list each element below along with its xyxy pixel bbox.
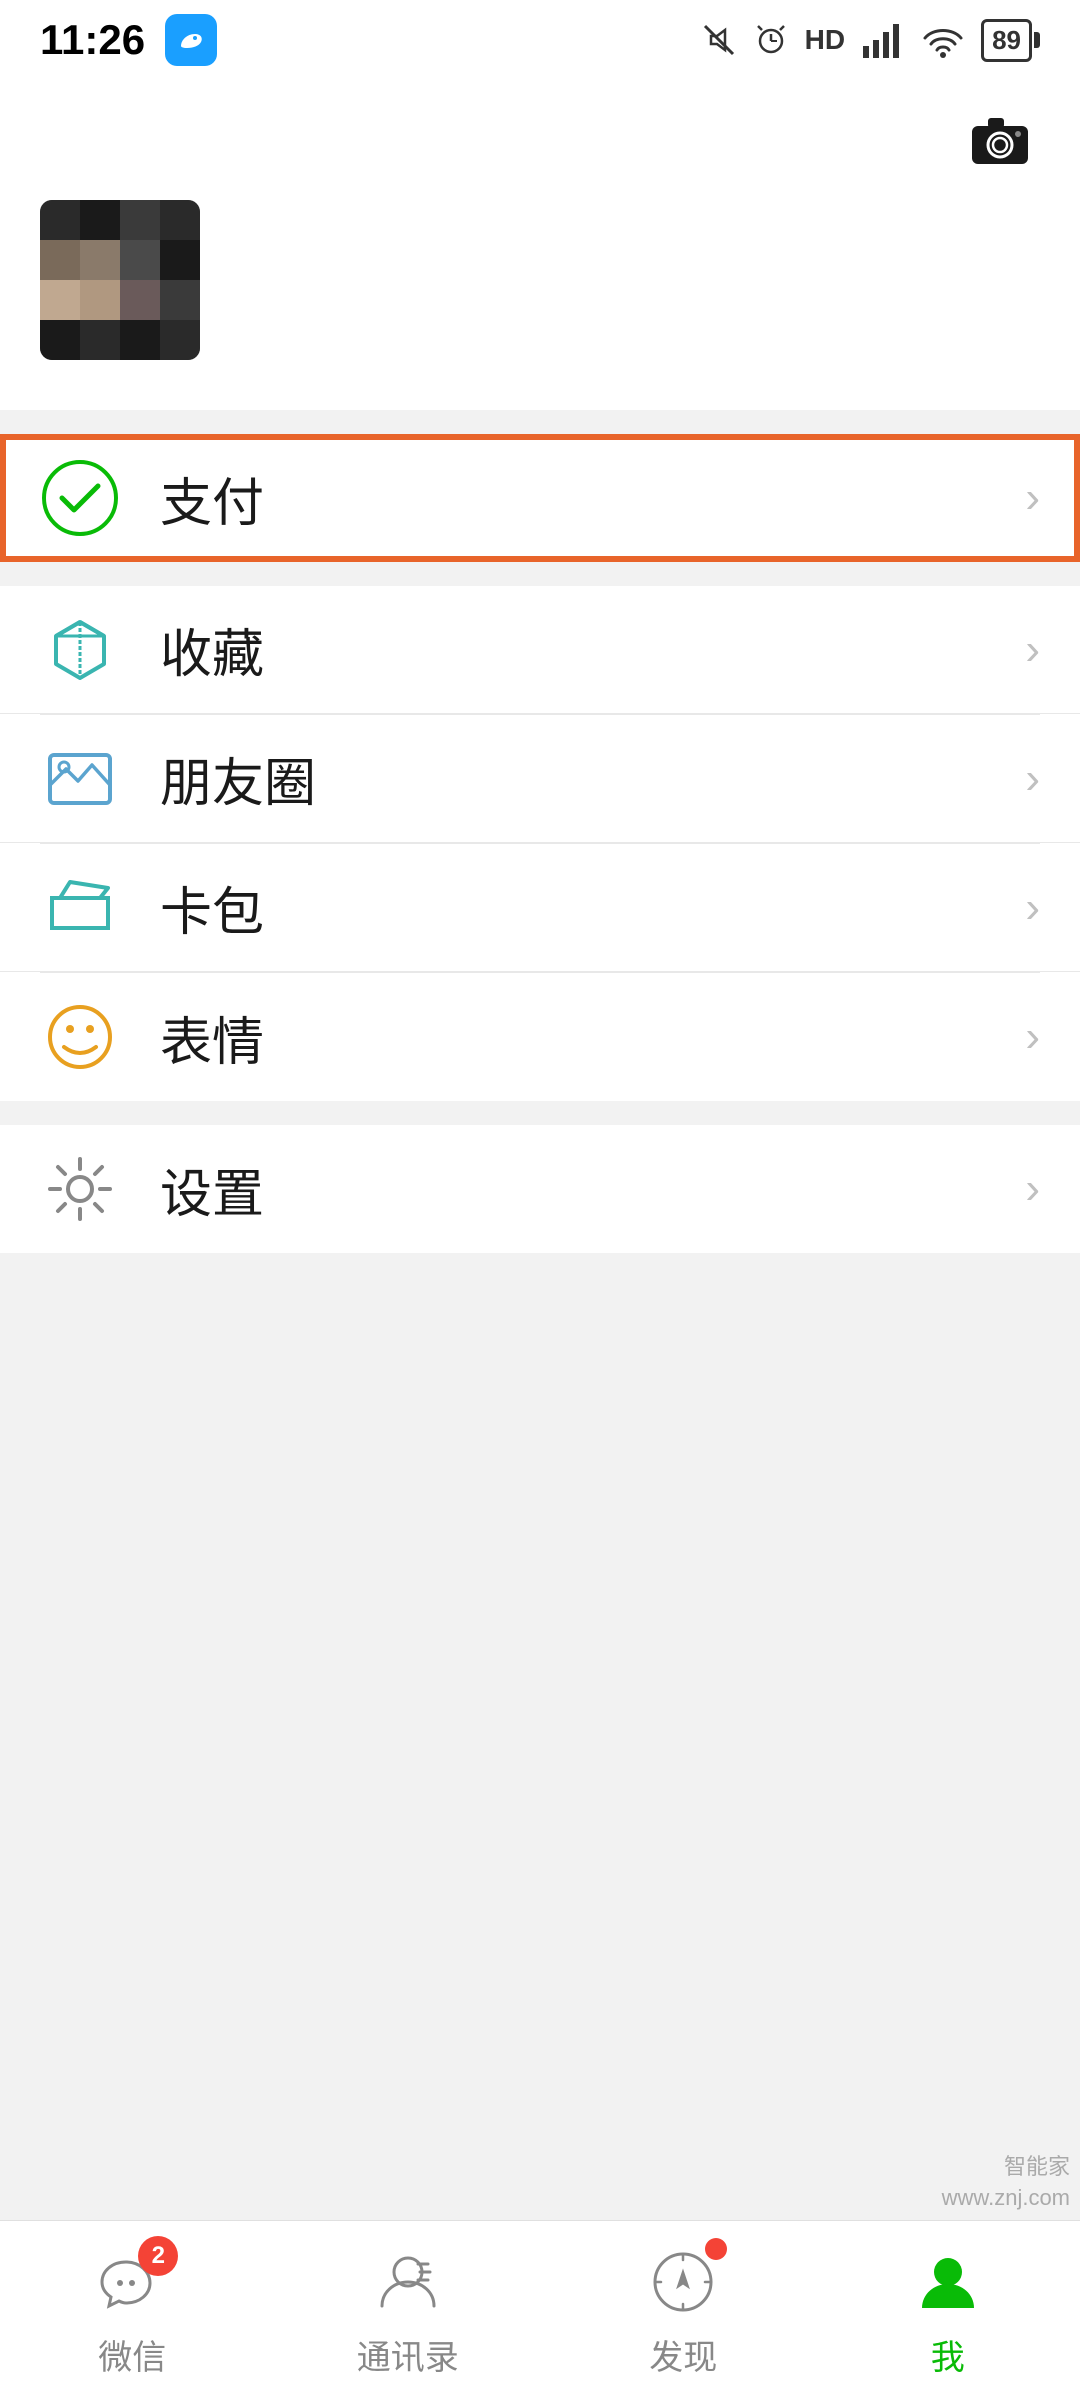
camera-button[interactable] (960, 100, 1040, 180)
menu-item-favorites[interactable]: 收藏 › (0, 586, 1080, 714)
moments-chevron: › (1025, 754, 1040, 804)
discover-label: 发现 (649, 2330, 717, 2379)
status-icons: HD 89 (701, 19, 1040, 62)
nav-item-discover[interactable]: 发现 (643, 2242, 723, 2379)
menu-item-cardwallet[interactable]: 卡包 › (0, 844, 1080, 972)
camera-icon (968, 108, 1032, 172)
me-icon-wrap (908, 2242, 988, 2322)
wechat-badge: 2 (138, 2236, 178, 2276)
me-icon (912, 2246, 984, 2318)
wechat-icon-wrap: 2 (92, 2242, 172, 2322)
menu-item-pay[interactable]: 支付 › (0, 434, 1080, 562)
favorites-chevron: › (1025, 625, 1040, 675)
avatar-area (40, 200, 1040, 380)
menu-section-main: 收藏 › 朋友圈 › 卡包 › (0, 586, 1080, 1101)
nav-item-contacts[interactable]: 通讯录 (357, 2242, 459, 2379)
menu-section-pay: 支付 › (0, 434, 1080, 562)
section-divider-3 (0, 1101, 1080, 1125)
alarm-icon (753, 22, 789, 58)
mute-icon (701, 22, 737, 58)
menu-item-moments[interactable]: 朋友圈 › (0, 715, 1080, 843)
cardwallet-label: 卡包 (160, 870, 1025, 945)
section-divider-2 (0, 562, 1080, 586)
avatar[interactable] (40, 200, 200, 360)
settings-icon (42, 1151, 118, 1227)
avatar-image (40, 200, 200, 360)
stickers-chevron: › (1025, 1012, 1040, 1062)
menu-item-settings[interactable]: 设置 › (0, 1125, 1080, 1253)
favorites-icon-wrap (40, 610, 120, 690)
gray-background (0, 1253, 1080, 2053)
menu-item-stickers[interactable]: 表情 › (0, 973, 1080, 1101)
settings-icon-wrap (40, 1149, 120, 1229)
discover-icon-wrap (643, 2242, 723, 2322)
signal-icon (861, 22, 905, 58)
status-bar: 11:26 HD (0, 0, 1080, 80)
pay-icon-wrap (40, 458, 120, 538)
battery-icon: 89 (981, 19, 1040, 62)
pay-chevron: › (1025, 473, 1040, 523)
pay-icon (42, 460, 118, 536)
bottom-nav: 2 微信 通讯录 发现 (0, 2220, 1080, 2400)
contacts-icon (372, 2246, 444, 2318)
wifi-icon (921, 22, 965, 58)
contacts-icon-wrap (368, 2242, 448, 2322)
cardwallet-chevron: › (1025, 883, 1040, 933)
stickers-icon-wrap (40, 997, 120, 1077)
discover-dot (705, 2238, 727, 2260)
pay-label: 支付 (160, 461, 1025, 536)
contacts-label: 通讯录 (357, 2330, 459, 2379)
favorites-label: 收藏 (160, 612, 1025, 687)
settings-label: 设置 (160, 1152, 1025, 1227)
section-divider-top (0, 410, 1080, 434)
settings-chevron: › (1025, 1164, 1040, 1214)
moments-label: 朋友圈 (160, 741, 1025, 816)
status-time: 11:26 (40, 16, 145, 64)
favorites-icon (42, 612, 118, 688)
stickers-icon (42, 999, 118, 1075)
nav-item-wechat[interactable]: 2 微信 (92, 2242, 172, 2379)
nav-item-me[interactable]: 我 (908, 2242, 988, 2379)
cardwallet-icon-wrap (40, 868, 120, 948)
moments-icon (42, 741, 118, 817)
stickers-label: 表情 (160, 1000, 1025, 1075)
app-icon (165, 14, 217, 66)
cardwallet-icon (42, 870, 118, 946)
menu-section-settings: 设置 › (0, 1125, 1080, 1253)
me-label: 我 (931, 2330, 965, 2379)
watermark: 智能家 www.znj.com (942, 2152, 1070, 2214)
wechat-label: 微信 (98, 2330, 166, 2379)
hd-label: HD (805, 24, 845, 56)
header-area (0, 80, 1080, 410)
moments-icon-wrap (40, 739, 120, 819)
